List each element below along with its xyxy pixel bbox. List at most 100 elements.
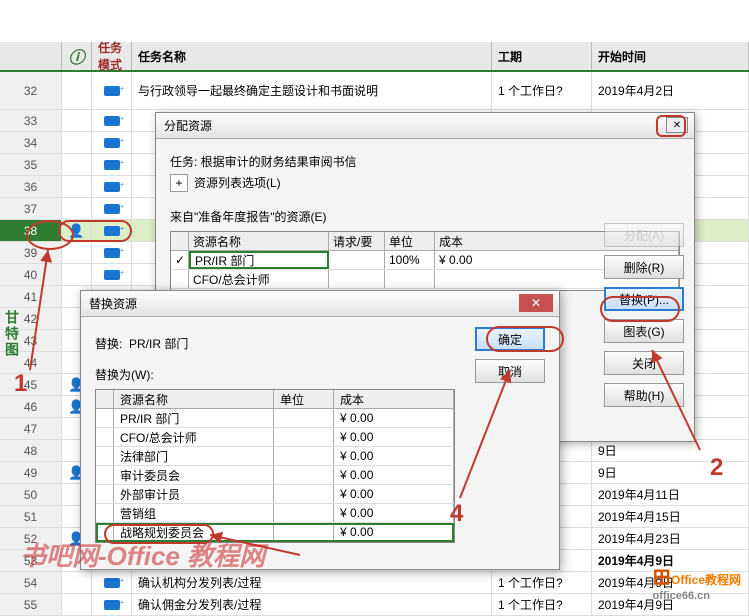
close-button[interactable]: 关闭	[604, 351, 684, 375]
date-cell[interactable]: 2019年4月15日	[592, 506, 749, 527]
col-cost: 成本	[334, 390, 454, 408]
name-cell[interactable]: 与行政领导一起最终确定主题设计和书面说明	[132, 72, 492, 109]
duration-cell[interactable]: 1 个工作日?	[492, 594, 592, 615]
replacement-row[interactable]: 营销组¥ 0.00	[96, 504, 454, 523]
duration-cell[interactable]: 1 个工作日?	[492, 72, 592, 109]
expand-button[interactable]: +	[170, 174, 188, 192]
row-number[interactable]: 37	[0, 198, 62, 219]
mode-cell	[92, 132, 132, 153]
table-row[interactable]: 55 确认佣金分发列表/过程 1 个工作日? 2019年4月9日	[0, 594, 749, 616]
col-duration[interactable]: 工期	[492, 42, 592, 70]
resource-row[interactable]: ✓PR/IR 部门100%¥ 0.00	[171, 251, 679, 270]
name-cell[interactable]: 确认佣金分发列表/过程	[132, 594, 492, 615]
row-number[interactable]: 32	[0, 72, 62, 109]
info-cell	[62, 110, 92, 131]
table-row[interactable]: 54 确认机构分发列表/过程 1 个工作日? 2019年4月9日	[0, 572, 749, 594]
row-number[interactable]: 40	[0, 264, 62, 285]
info-cell	[62, 72, 92, 109]
task-mode-icon	[104, 182, 120, 192]
row-number[interactable]: 34	[0, 132, 62, 153]
watermark-logo: ⊞Office教程网office66.cn	[653, 564, 741, 602]
date-cell[interactable]: 2019年4月11日	[592, 484, 749, 505]
task-mode-icon	[104, 578, 120, 588]
mode-cell	[92, 264, 132, 285]
row-number[interactable]: 33	[0, 110, 62, 131]
replacement-grid[interactable]: 资源名称 单位 成本 PR/IR 部门¥ 0.00CFO/总会计师¥ 0.00法…	[95, 389, 455, 543]
date-cell[interactable]: 2019年4月2日	[592, 72, 749, 109]
annotation-number-4: 4	[450, 500, 463, 528]
name-cell[interactable]: 确认机构分发列表/过程	[132, 572, 492, 593]
close-icon[interactable]: ✕	[519, 294, 553, 312]
replacement-row[interactable]: 法律部门¥ 0.00	[96, 447, 454, 466]
replacement-row[interactable]: 外部审计员¥ 0.00	[96, 485, 454, 504]
annotation-circle	[600, 296, 680, 322]
info-cell	[62, 154, 92, 175]
assign-button[interactable]: 分配(A)	[604, 223, 684, 247]
replace-value: PR/IR 部门	[129, 337, 188, 351]
mode-cell	[92, 176, 132, 197]
watermark-text: 书吧网-Office 教程网	[20, 536, 265, 573]
date-cell[interactable]: 2019年4月23日	[592, 528, 749, 549]
annotation-circle	[58, 220, 132, 242]
mode-cell	[92, 572, 132, 593]
mode-cell	[92, 72, 132, 109]
task-mode-icon	[104, 204, 120, 214]
row-number[interactable]: 47	[0, 418, 62, 439]
info-cell	[62, 594, 92, 615]
col-task-name[interactable]: 任务名称	[132, 42, 492, 70]
row-number[interactable]: 45	[0, 374, 62, 395]
remove-button[interactable]: 删除(R)	[604, 255, 684, 279]
col-resource-name: 资源名称	[114, 390, 274, 408]
col-request: 请求/要	[329, 232, 385, 250]
gantt-side-label: 甘特图	[2, 310, 22, 358]
task-mode-icon	[104, 138, 120, 148]
task-mode-icon	[104, 86, 120, 96]
task-mode-icon	[104, 248, 120, 258]
date-cell[interactable]: 9日	[592, 440, 749, 461]
col-info: ⓘ	[62, 42, 92, 70]
table-row[interactable]: 32 与行政领导一起最终确定主题设计和书面说明 1 个工作日? 2019年4月2…	[0, 72, 749, 110]
col-start-date[interactable]: 开始时间	[592, 42, 749, 70]
row-number[interactable]: 46	[0, 396, 62, 417]
row-number[interactable]: 54	[0, 572, 62, 593]
task-label: 任务: 根据审计的财务结果审阅书信	[170, 153, 680, 170]
cancel-button[interactable]: 取消	[475, 359, 545, 383]
task-mode-icon	[104, 270, 120, 280]
task-grid-header: ⓘ 任务模式 任务名称 工期 开始时间	[0, 42, 749, 72]
row-number[interactable]: 35	[0, 154, 62, 175]
col-task-mode[interactable]: 任务模式	[92, 42, 132, 70]
duration-cell[interactable]: 1 个工作日?	[492, 572, 592, 593]
mode-cell	[92, 594, 132, 615]
replacement-row[interactable]: 审计委员会¥ 0.00	[96, 466, 454, 485]
col-rownum	[0, 42, 62, 70]
annotation-number-2: 2	[710, 454, 723, 482]
mode-cell	[92, 110, 132, 131]
row-number[interactable]: 51	[0, 506, 62, 527]
task-mode-icon	[104, 116, 120, 126]
row-number[interactable]: 49	[0, 462, 62, 483]
date-cell[interactable]: 9日	[592, 462, 749, 483]
replacement-row[interactable]: PR/IR 部门¥ 0.00	[96, 409, 454, 428]
row-number[interactable]: 55	[0, 594, 62, 615]
info-cell	[62, 264, 92, 285]
mode-cell	[92, 154, 132, 175]
chart-button[interactable]: 图表(G)	[604, 319, 684, 343]
col-unit: 单位	[274, 390, 334, 408]
row-number[interactable]: 50	[0, 484, 62, 505]
annotation-number-1: 1	[14, 370, 27, 398]
mode-cell	[92, 198, 132, 219]
resource-row[interactable]: CFO/总会计师	[171, 270, 679, 289]
col-resource-name: 资源名称	[189, 232, 329, 250]
dialog-title[interactable]: 替换资源	[81, 291, 559, 317]
replacement-row[interactable]: CFO/总会计师¥ 0.00	[96, 428, 454, 447]
mode-cell	[92, 242, 132, 263]
row-number[interactable]: 36	[0, 176, 62, 197]
options-label: 资源列表选项(L)	[194, 176, 281, 190]
row-number[interactable]: 41	[0, 286, 62, 307]
info-cell	[62, 198, 92, 219]
help-button[interactable]: 帮助(H)	[604, 383, 684, 407]
row-number[interactable]: 48	[0, 440, 62, 461]
info-cell	[62, 176, 92, 197]
dialog-title[interactable]: 分配资源	[156, 113, 694, 139]
task-mode-icon	[104, 600, 120, 610]
